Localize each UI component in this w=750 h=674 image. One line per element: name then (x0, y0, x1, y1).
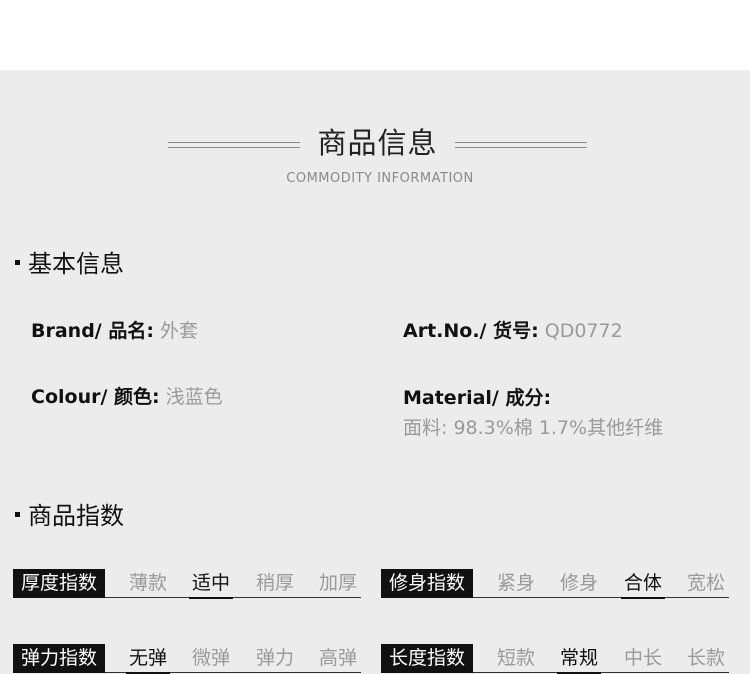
elasticity-option-selected: 无弹 (126, 644, 170, 674)
elasticity-option: 微弹 (191, 647, 230, 669)
colour-value: 浅蓝色 (165, 386, 223, 408)
elasticity-option: 弹力 (255, 647, 294, 669)
material-field: Material/ 成分: (403, 383, 551, 410)
elasticity-index: 弹力指数 无弹 微弹 弹力 高弹 (13, 644, 361, 674)
art-no-field: Art.No./ 货号: QD0772 (403, 316, 623, 343)
page-title: 商品信息 (317, 126, 438, 160)
length-option: 短款 (496, 647, 535, 669)
fit-index-label: 修身指数 (381, 569, 473, 598)
length-option: 中长 (623, 647, 662, 669)
fit-option: 修身 (559, 572, 598, 594)
brand-label: Brand/ 品名: (31, 320, 154, 342)
brand-field: Brand/ 品名: 外套 (31, 316, 198, 343)
page-subtitle: COMMODITY INFORMATION (286, 171, 474, 186)
colour-label: Colour/ 颜色: (31, 386, 160, 408)
elasticity-option: 高弹 (318, 647, 357, 669)
length-option: 长款 (686, 647, 725, 669)
section-title: 商品信息 (0, 120, 750, 160)
basic-info-heading-text: 基本信息 (28, 250, 124, 278)
bullet-icon (15, 511, 20, 517)
art-no-label: Art.No./ 货号: (403, 320, 539, 342)
thickness-option: 薄款 (128, 572, 167, 594)
thickness-index: 厚度指数 薄款 适中 稍厚 加厚 (13, 569, 361, 599)
length-index-baseline (473, 672, 729, 673)
fit-index-baseline (473, 597, 729, 598)
fit-index: 修身指数 紧身 修身 合体 宽松 (381, 569, 729, 599)
material-value: 面料: 98.3%棉 1.7%其他纤维 (403, 417, 664, 439)
colour-field: Colour/ 颜色: 浅蓝色 (31, 382, 223, 409)
title-rule-left (168, 142, 300, 148)
fit-option: 紧身 (496, 572, 535, 594)
length-option-selected: 常规 (557, 644, 601, 674)
fit-option-selected: 合体 (621, 569, 665, 599)
thickness-option: 稍厚 (255, 572, 294, 594)
thickness-index-baseline (105, 597, 361, 598)
thickness-index-label: 厚度指数 (13, 569, 105, 598)
length-index: 长度指数 短款 常规 中长 长款 (381, 644, 729, 674)
brand-value: 外套 (160, 320, 199, 342)
indices-heading-text: 商品指数 (28, 502, 124, 530)
thickness-option-selected: 适中 (189, 569, 233, 599)
thickness-option: 加厚 (318, 572, 357, 594)
material-label: Material/ 成分: (403, 387, 552, 409)
title-rule-right (455, 142, 587, 148)
art-no-value: QD0772 (544, 320, 623, 342)
indices-heading: 商品指数 (15, 496, 124, 531)
elasticity-index-label: 弹力指数 (13, 644, 105, 673)
length-index-label: 长度指数 (381, 644, 473, 673)
bullet-icon (15, 259, 20, 265)
fit-option: 宽松 (686, 572, 725, 594)
basic-info-heading: 基本信息 (15, 244, 124, 279)
